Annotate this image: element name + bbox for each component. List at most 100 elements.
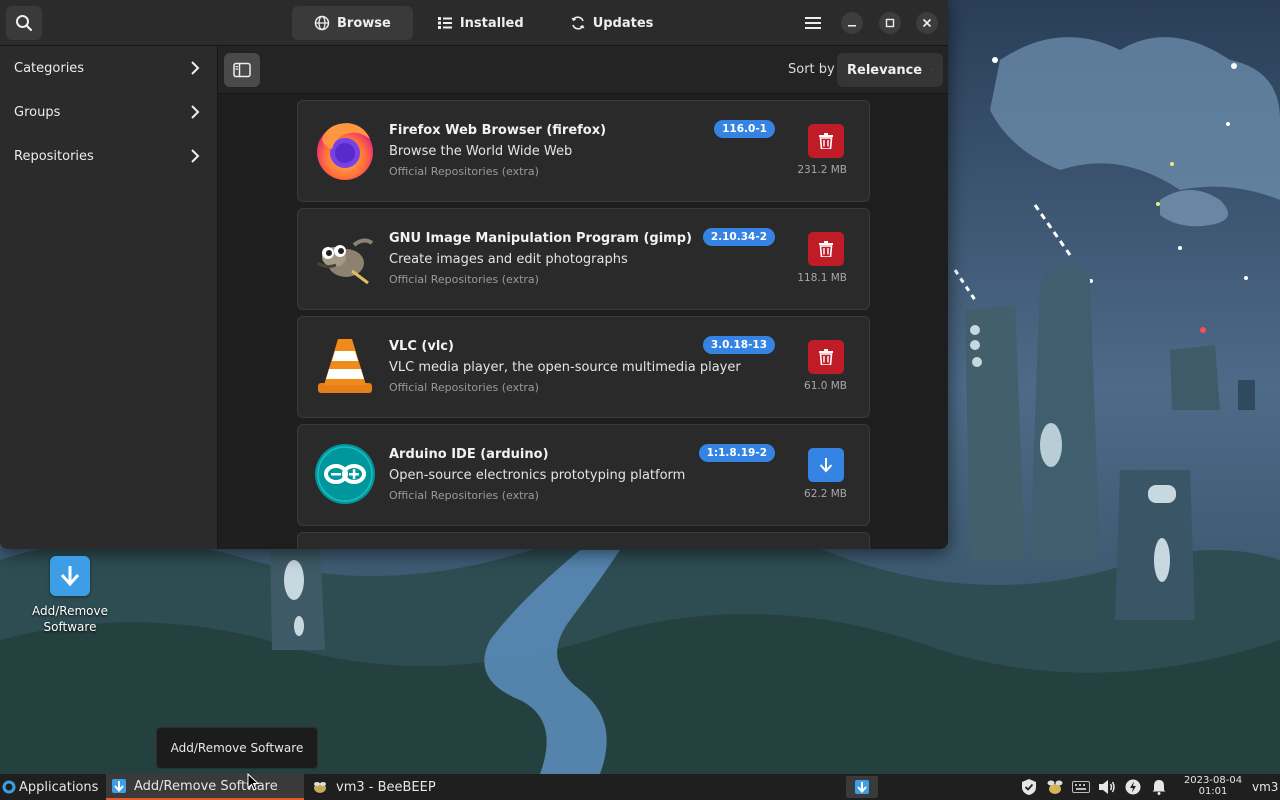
install-button[interactable] — [808, 448, 844, 482]
desktop-icon-label-line1: Add/Remove — [32, 604, 108, 618]
trash-icon — [819, 349, 833, 365]
hamburger-icon — [805, 17, 821, 29]
headerbar: Browse Installed Updates — [0, 0, 948, 46]
package-card-firefox[interactable]: Firefox Web Browser (firefox) Browse the… — [297, 100, 870, 202]
gimp-icon — [317, 238, 374, 285]
version-badge: 3.0.18-13 — [702, 336, 775, 354]
view-switcher: Browse Installed Updates — [292, 6, 675, 40]
content-toolbar: Sort by Relevance — [218, 46, 948, 94]
maximize-icon — [885, 18, 895, 28]
tab-installed[interactable]: Installed — [415, 6, 546, 40]
version-badge: 1:1.8.19-2 — [698, 444, 775, 462]
tab-browse[interactable]: Browse — [292, 6, 413, 40]
beebeep-icon — [314, 782, 326, 793]
add-remove-software-icon — [112, 779, 126, 793]
taskbar-tooltip: Add/Remove Software — [156, 727, 318, 769]
package-description: Browse the World Wide Web — [389, 144, 573, 159]
package-card-arduino[interactable]: Arduino IDE (arduino) Open-source electr… — [297, 424, 870, 526]
package-description: Open-source electronics prototyping plat… — [389, 468, 686, 483]
package-name: GNU Image Manipulation Program (gimp) — [389, 231, 692, 246]
user-name[interactable]: vm3 — [1252, 780, 1278, 794]
sidebar-item-groups[interactable]: Groups — [0, 90, 217, 134]
download-arrow-icon — [855, 780, 869, 794]
taskbar: Applications ⋮ Add/Remove Software vm3 -… — [0, 774, 1280, 800]
package-repository: Official Repositories (extra) — [389, 273, 539, 286]
add-remove-software-window: Browse Installed Updates Categories Grou… — [0, 0, 948, 549]
package-card-gimp[interactable]: GNU Image Manipulation Program (gimp) Cr… — [297, 208, 870, 310]
package-name: Arduino IDE (arduino) — [389, 447, 549, 462]
keyboard-icon[interactable] — [1072, 778, 1090, 796]
search-icon — [16, 15, 33, 32]
sidebar-panel-icon — [233, 62, 251, 78]
sidebar-item-label: Groups — [14, 104, 61, 120]
clock-time: 01:01 — [1198, 786, 1228, 797]
sidebar-item-repositories[interactable]: Repositories — [0, 134, 217, 178]
sidebar-item-label: Repositories — [14, 148, 94, 164]
arduino-icon — [315, 444, 375, 504]
browse-content: Sort by Relevance Firefox Web Browser (f… — [218, 46, 948, 549]
desktop-icon-label-line2: Software — [43, 620, 97, 634]
vlc-icon — [318, 339, 372, 393]
desktop-icon-add-remove-software[interactable]: Add/Remove Software — [26, 556, 114, 635]
package-repository: Official Repositories (extra) — [389, 381, 539, 394]
taskbar-task-label: vm3 - BeeBEEP — [336, 779, 436, 795]
package-card-vlc[interactable]: VLC (vlc) VLC media player, the open-sou… — [297, 316, 870, 418]
package-size: 231.2 MB — [797, 164, 847, 176]
notification-bell-icon[interactable] — [1150, 778, 1168, 796]
sidebar: Categories Groups Repositories — [0, 46, 218, 549]
trash-icon — [819, 241, 833, 257]
tab-updates[interactable]: Updates — [548, 6, 676, 40]
applications-menu-button[interactable]: Applications ⋮ — [2, 774, 112, 800]
dropdown-arrow-icon — [932, 69, 933, 71]
tab-installed-label: Installed — [459, 15, 524, 31]
close-button[interactable] — [916, 12, 938, 34]
package-description: VLC media player, the open-source multim… — [389, 360, 741, 375]
tab-updates-label: Updates — [592, 15, 654, 31]
minimize-icon — [848, 25, 856, 27]
maximize-button[interactable] — [879, 12, 901, 34]
package-name: Firefox Web Browser (firefox) — [389, 123, 607, 138]
globe-icon — [314, 15, 330, 31]
version-badge: 2.10.34-2 — [702, 228, 775, 246]
package-card-partial[interactable] — [297, 532, 870, 549]
mouse-cursor-icon — [247, 773, 259, 791]
package-description: Create images and edit photographs — [389, 252, 628, 267]
chevron-right-icon — [191, 149, 200, 163]
trash-icon — [819, 133, 833, 149]
close-icon — [922, 18, 932, 28]
search-button[interactable] — [6, 6, 42, 40]
clock[interactable]: 2023-08-04 01:01 — [1180, 775, 1246, 797]
power-icon[interactable] — [1124, 778, 1142, 796]
package-repository: Official Repositories (extra) — [389, 165, 539, 178]
refresh-icon — [571, 16, 585, 30]
sort-by-label: Sort by — [788, 62, 835, 77]
shield-icon[interactable] — [1020, 778, 1038, 796]
update-notifier-button[interactable] — [846, 776, 878, 798]
list-icon — [437, 17, 452, 29]
taskbar-task-beebeep[interactable]: vm3 - BeeBEEP — [306, 774, 486, 800]
clock-date: 2023-08-04 — [1183, 775, 1243, 786]
add-remove-software-icon — [50, 556, 90, 596]
volume-icon[interactable] — [1098, 778, 1116, 796]
sidebar-item-categories[interactable]: Categories — [0, 46, 217, 90]
main-menu-button[interactable] — [799, 8, 827, 38]
desktop-icon-label: Add/Remove Software — [26, 603, 114, 635]
package-name: VLC (vlc) — [389, 339, 454, 354]
tab-browse-label: Browse — [337, 15, 391, 31]
package-repository: Official Repositories (extra) — [389, 489, 539, 502]
version-badge: 116.0-1 — [714, 120, 775, 138]
remove-button[interactable] — [808, 232, 844, 266]
beebeep-tray-icon[interactable] — [1046, 778, 1064, 796]
sidebar-item-label: Categories — [14, 60, 85, 76]
sidebar-toggle-button[interactable] — [224, 53, 260, 87]
sort-dropdown[interactable]: Relevance — [837, 53, 943, 87]
minimize-button[interactable] — [841, 12, 863, 34]
remove-button[interactable] — [808, 124, 844, 158]
package-size: 61.0 MB — [804, 380, 847, 392]
remove-button[interactable] — [808, 340, 844, 374]
applications-label: Applications — [19, 779, 99, 795]
chevron-right-icon — [191, 61, 200, 75]
system-tray — [1020, 774, 1168, 800]
package-size: 62.2 MB — [804, 488, 847, 500]
taskbar-task-add-remove-software[interactable]: Add/Remove Software — [106, 774, 304, 800]
